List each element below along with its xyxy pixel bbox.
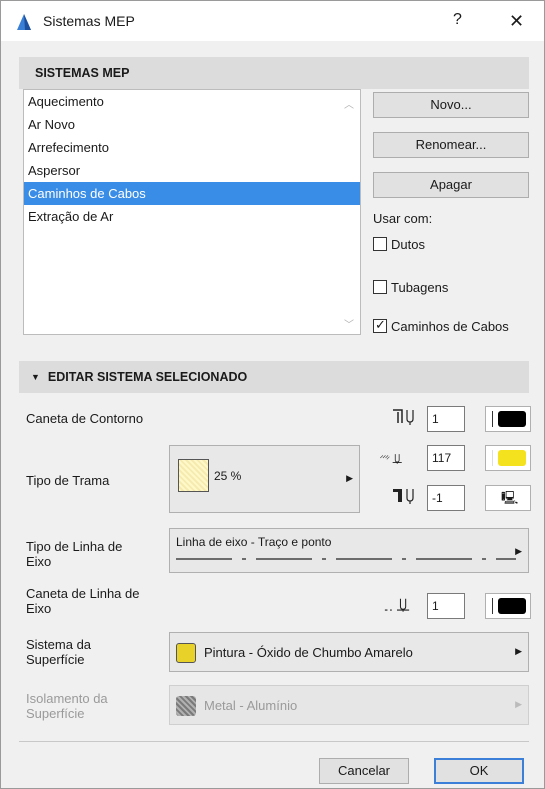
- surface-insulation-value: Metal - Alumínio: [204, 698, 298, 713]
- surface-insulation-dropdown: Metal - Alumínio ▶: [169, 685, 529, 725]
- editar-sistema-header-label: EDITAR SISTEMA SELECIONADO: [47, 370, 248, 384]
- window-title: Sistemas MEP: [43, 13, 135, 29]
- list-item[interactable]: Aspersor: [24, 159, 360, 182]
- tipo-linha-eixo-label: Tipo de Linha de Eixo: [26, 539, 123, 569]
- background-pen-icon: [393, 489, 414, 504]
- caminhos-cabos-label: Caminhos de Cabos: [391, 319, 509, 334]
- chevron-right-icon: ▶: [346, 473, 353, 483]
- collapse-triangle-icon: ▼: [31, 372, 40, 382]
- list-item[interactable]: Arrefecimento: [24, 136, 360, 159]
- monitor-icon: 🖳: [501, 490, 519, 505]
- background-pen-field[interactable]: -1: [427, 485, 465, 511]
- archicad-app-icon: [17, 14, 31, 30]
- caneta-linha-eixo-field[interactable]: 1: [427, 593, 465, 619]
- dutos-checkbox[interactable]: [373, 237, 387, 251]
- editar-sistema-header[interactable]: ▼ EDITAR SISTEMA SELECIONADO: [19, 361, 529, 393]
- fill-pattern-swatch: [178, 459, 209, 492]
- fill-type-dropdown[interactable]: 25 % ▶: [169, 445, 360, 513]
- dutos-label: Dutos: [391, 237, 425, 252]
- title-bar: Sistemas MEP ? ✕: [1, 1, 544, 41]
- checkmark-icon: ✓: [375, 317, 386, 332]
- surface-color-swatch: [176, 643, 196, 663]
- list-item-selected[interactable]: Caminhos de Cabos: [24, 182, 360, 205]
- ok-button[interactable]: OK: [434, 758, 524, 784]
- caminhos-cabos-checkbox[interactable]: ✓: [373, 317, 387, 333]
- tipo-trama-label: Tipo de Trama: [26, 473, 110, 488]
- contour-pen-icon: [393, 409, 414, 425]
- sistemas-mep-header: SISTEMAS MEP: [19, 57, 529, 89]
- tubagens-label: Tubagens: [391, 280, 449, 295]
- background-pen-button[interactable]: 🖳: [485, 485, 531, 511]
- scroll-up-icon[interactable]: ︿: [344, 96, 354, 111]
- sistema-superficie-label: Sistema da Superfície: [26, 637, 92, 667]
- help-button[interactable]: ?: [453, 11, 462, 29]
- system-list[interactable]: Aquecimento Ar Novo Arrefecimento Aspers…: [23, 89, 361, 335]
- sistemas-mep-header-label: SISTEMAS MEP: [35, 66, 130, 80]
- mep-dialog: Sistemas MEP ? ✕ SISTEMAS MEP Aqueciment…: [0, 0, 545, 789]
- caneta-linha-eixo-label: Caneta de Linha de Eixo: [26, 586, 140, 616]
- caneta-contorno-label: Caneta de Contorno: [26, 411, 144, 426]
- chevron-right-icon: ▶: [515, 546, 522, 556]
- scroll-down-icon[interactable]: ﹀: [344, 316, 354, 331]
- list-item[interactable]: Ar Novo: [24, 113, 360, 136]
- chevron-right-icon: ▶: [515, 699, 522, 709]
- footer-separator: [19, 741, 529, 742]
- caneta-contorno-color-button[interactable]: [485, 406, 531, 432]
- cancel-button[interactable]: Cancelar: [319, 758, 409, 784]
- fill-pattern-label: 25 %: [214, 469, 242, 483]
- close-button[interactable]: ✕: [509, 11, 524, 32]
- axis-line-type-dropdown[interactable]: Linha de eixo - Traço e ponto ▶: [169, 528, 529, 573]
- apagar-button[interactable]: Apagar: [373, 172, 529, 198]
- list-item[interactable]: Extração de Ar: [24, 205, 360, 228]
- list-item[interactable]: Aquecimento: [24, 90, 360, 113]
- renomear-button[interactable]: Renomear...: [373, 132, 529, 158]
- line-pattern-preview: [176, 558, 516, 560]
- usar-com-label: Usar com:: [373, 211, 433, 226]
- surface-system-value: Pintura - Óxido de Chumbo Amarelo: [204, 645, 413, 660]
- surface-system-dropdown[interactable]: Pintura - Óxido de Chumbo Amarelo ▶: [169, 632, 529, 672]
- axis-line-type-value: Linha de eixo - Traço e ponto: [176, 535, 332, 549]
- fill-pen-icon: [380, 454, 402, 464]
- insulation-pattern-swatch: [176, 696, 196, 716]
- axis-pen-icon: [384, 598, 410, 612]
- isolamento-superficie-label: Isolamento da Superfície: [26, 691, 108, 721]
- tubagens-checkbox[interactable]: [373, 280, 387, 294]
- chevron-right-icon: ▶: [515, 646, 522, 656]
- fill-pen-field[interactable]: 117: [427, 445, 465, 471]
- novo-button[interactable]: Novo...: [373, 92, 529, 118]
- fill-pen-color-button[interactable]: [485, 445, 531, 471]
- caneta-linha-eixo-color-button[interactable]: [485, 593, 531, 619]
- caneta-contorno-field[interactable]: 1: [427, 406, 465, 432]
